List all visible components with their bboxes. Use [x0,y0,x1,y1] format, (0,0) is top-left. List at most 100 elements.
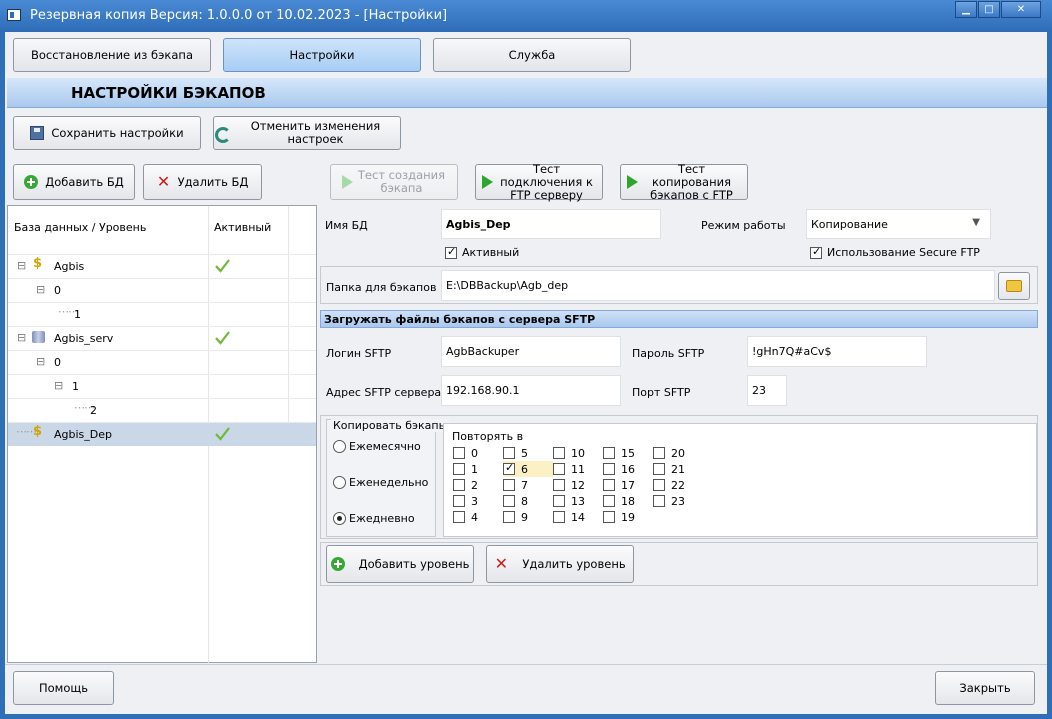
minimize-button[interactable]: ▁ [955,1,977,18]
hour-checkbox-box[interactable] [553,463,565,475]
tab-settings[interactable]: Настройки [223,38,421,72]
close-button[interactable]: Закрыть [935,671,1035,705]
save-settings-button[interactable]: Сохранить настройки [13,116,201,150]
hour-checkbox-15[interactable]: 15 [603,445,653,461]
tree-row-level[interactable]: ⊟ 0 [8,278,316,302]
hour-checkbox-6[interactable]: 6 [503,461,553,477]
save-settings-label: Сохранить настройки [51,125,184,140]
hour-checkbox-box[interactable] [553,511,565,523]
delete-db-button[interactable]: ✕ Удалить БД [143,164,262,200]
test-create-backup-button[interactable]: Тест создания бэкапа [330,164,458,200]
secure-ftp-checkbox[interactable]: Использование Secure FTP [810,245,980,259]
hour-checkbox-3[interactable]: 3 [453,493,503,509]
sftp-port-field[interactable]: 23 [747,375,787,406]
close-window-button[interactable]: ✕ [1001,1,1041,18]
hour-checkbox-box[interactable] [653,495,665,507]
maximize-button[interactable]: □ [978,1,1000,18]
hour-checkbox-4[interactable]: 4 [453,509,503,525]
hour-checkbox-box[interactable] [453,463,465,475]
tree-row-db-selected[interactable]: ⋯⋯ $ Agbis_Dep [8,422,316,446]
column-header-active[interactable]: Активный [214,206,271,250]
hour-checkbox-8[interactable]: 8 [503,493,553,509]
test-copy-ftp-button[interactable]: Тест копирования бэкапов с FTP [620,162,748,201]
hour-checkbox-box[interactable] [653,447,665,459]
radio-monthly[interactable] [333,440,346,453]
active-checkbox-box[interactable] [445,245,457,259]
collapse-icon[interactable]: ⊟ [17,331,26,344]
hour-checkbox-box[interactable] [603,463,615,475]
active-checkbox[interactable]: Активный [445,245,519,259]
db-tree-grid[interactable]: База данных / Уровень Активный ⊟ $ Agbis… [7,205,317,664]
hour-checkbox-19[interactable]: 19 [603,509,653,525]
help-button[interactable]: Помощь [13,671,114,705]
hour-checkbox-11[interactable]: 11 [553,461,603,477]
hour-checkbox-9[interactable]: 9 [503,509,553,525]
tree-row-db[interactable]: ⊟ Agbis_serv [8,326,316,350]
hour-checkbox-20[interactable]: 20 [653,445,703,461]
tree-row-level[interactable]: ⋯⋯ 1 [8,302,316,326]
sftp-address-field[interactable]: 192.168.90.1 [441,375,621,406]
hour-checkbox-18[interactable]: 18 [603,493,653,509]
undo-icon [214,126,231,143]
hour-checkbox-13[interactable]: 13 [553,493,603,509]
delete-level-button[interactable]: ✕ Удалить уровень [486,545,634,583]
hour-checkbox-box[interactable] [653,479,665,491]
hour-checkbox-box[interactable] [503,461,515,475]
test-ftp-connect-button[interactable]: Тест подключения к FTP серверу [475,162,603,201]
collapse-icon[interactable]: ⊟ [54,379,63,392]
hour-checkbox-box[interactable] [603,511,615,523]
mode-select[interactable]: Копирование ▼ [806,209,991,239]
hour-checkbox-0[interactable]: 0 [453,445,503,461]
hour-checkbox-box[interactable] [653,463,665,475]
hour-checkbox-7[interactable]: 7 [503,477,553,493]
hour-checkbox-23[interactable]: 23 [653,493,703,509]
hour-checkbox-12[interactable]: 12 [553,477,603,493]
hour-checkbox-box[interactable] [503,495,515,507]
hour-checkbox-box[interactable] [603,447,615,459]
collapse-icon[interactable]: ⊟ [36,283,45,296]
hour-checkbox-14[interactable]: 14 [553,509,603,525]
hour-checkbox-box[interactable] [603,479,615,491]
hour-checkbox-box[interactable] [503,511,515,523]
sftp-password-field[interactable]: !gHn7Q#aCv$ [747,336,927,367]
tree-row-db[interactable]: ⊟ $ Agbis [8,254,316,278]
add-level-button[interactable]: Добавить уровень [326,545,474,583]
hour-checkbox-box[interactable] [453,495,465,507]
hour-checkbox-1[interactable]: 1 [453,461,503,477]
hour-checkbox-box[interactable] [553,479,565,491]
radio-daily[interactable] [333,512,346,525]
tree-row-level[interactable]: ⊟ 1 [8,374,316,398]
db-name-field[interactable]: Agbis_Dep [441,209,661,239]
tab-restore[interactable]: Восстановление из бэкапа [13,38,211,72]
collapse-icon[interactable]: ⊟ [17,259,26,272]
hour-checkbox-box[interactable] [503,479,515,491]
hour-checkbox-box[interactable] [453,511,465,523]
hour-checkbox-box[interactable] [453,447,465,459]
add-db-button[interactable]: Добавить БД [13,164,135,200]
sftp-section-title: Загружать файлы бэкапов с сервера SFTP [324,313,596,326]
hour-checkbox-16[interactable]: 16 [603,461,653,477]
browse-folder-button[interactable] [998,272,1030,300]
column-header-db-level[interactable]: База данных / Уровень [14,206,146,250]
hour-checkbox-box[interactable] [603,495,615,507]
hours-checklist[interactable]: 01234567891011121314151617181920212223 [447,445,699,531]
hour-checkbox-5[interactable]: 5 [503,445,553,461]
hour-checkbox-10[interactable]: 10 [553,445,603,461]
collapse-icon[interactable]: ⊟ [36,355,45,368]
tree-row-level[interactable]: ⊟ 0 [8,350,316,374]
backup-folder-field[interactable]: E:\DBBackup\Agb_dep [441,270,995,301]
hour-checkbox-box[interactable] [553,495,565,507]
sftp-login-field[interactable]: AgbBackuper [441,336,621,367]
hour-checkbox-box[interactable] [503,447,515,459]
hour-checkbox-22[interactable]: 22 [653,477,703,493]
hour-checkbox-box[interactable] [453,479,465,491]
hour-checkbox-21[interactable]: 21 [653,461,703,477]
tab-service[interactable]: Служба [433,38,631,72]
secure-ftp-checkbox-box[interactable] [810,245,822,259]
hour-checkbox-box[interactable] [553,447,565,459]
hour-checkbox-2[interactable]: 2 [453,477,503,493]
radio-weekly[interactable] [333,476,346,489]
hour-checkbox-17[interactable]: 17 [603,477,653,493]
tree-row-level[interactable]: ⋯⋯ 2 [8,398,316,422]
revert-settings-button[interactable]: Отменить изменения настроек [213,116,401,150]
